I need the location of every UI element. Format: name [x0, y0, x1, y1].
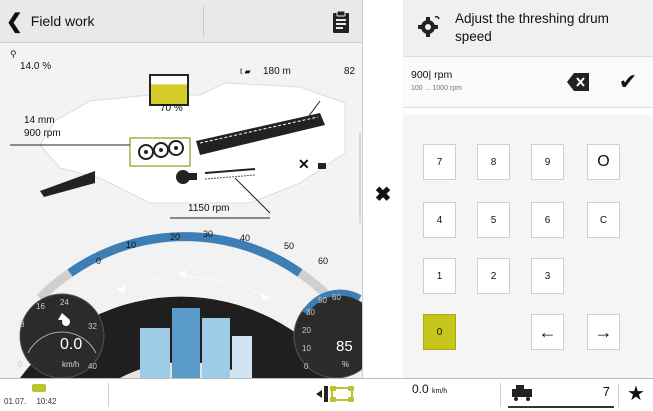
harvester-status-pane: ❮ Field work 14.0 % ⚲ t ▰ 180 m 82 ✕ 70 … [0, 0, 362, 378]
grain-moisture-icon: ⚲ [10, 49, 17, 59]
right-dial-tick: 0 [304, 362, 309, 371]
chevron-left-icon: ❮ [6, 10, 23, 33]
key-6[interactable]: 6 [531, 202, 564, 238]
key-1[interactable]: 1 [423, 258, 456, 294]
right-dial-tick: 50 [318, 296, 327, 305]
back-button[interactable]: ❮ Field work [6, 8, 146, 34]
key-9[interactable]: 9 [531, 144, 564, 180]
gauge-tick: 60 [318, 256, 329, 266]
fan-speed-value: 1150 rpm [188, 203, 230, 214]
gauge-tick: 50 [284, 241, 295, 251]
close-column: ✖ [363, 0, 403, 378]
ground-speed: 0.0 km/h [412, 382, 447, 396]
svg-text:✕: ✕ [298, 156, 310, 172]
right-dial-tick: 20 [302, 326, 311, 335]
arrow-right-key[interactable]: → [587, 314, 620, 350]
speed-unit: km/h [62, 360, 80, 369]
harvester-diagram: 14.0 % ⚲ t ▰ 180 m 82 ✕ 70 % 14 mm 900 r… [0, 43, 362, 223]
speed-input-range: 100 ... 1000 rpm [411, 85, 462, 92]
gauge-tick: 40 [240, 233, 251, 243]
bottom-status-bar: 01.07. 10:42 0.0 km/h 7 ★ [0, 378, 653, 410]
drum-speed-dialog: Adjust the threshing drum speed 900| rpm… [403, 0, 653, 378]
counter-value: 7 [602, 384, 610, 399]
confirm-check-icon[interactable]: ✔ [615, 69, 641, 95]
right-dial-unit: % [342, 360, 350, 369]
speed-value: 0.0 [60, 336, 83, 353]
close-icon[interactable]: ✖ [371, 183, 395, 207]
left-header: ❮ Field work [0, 0, 362, 43]
date-time: 01.07. 10:42 [4, 397, 57, 406]
right-dial-tick: 60 [332, 293, 341, 302]
backspace-icon[interactable] [565, 71, 591, 93]
speed-input-row: 900| rpm 100 ... 1000 rpm ✔ [403, 57, 653, 108]
left-dial-tick: 16 [36, 302, 45, 311]
right-dial-tick: 30 [306, 308, 315, 317]
key-0[interactable]: 0 [423, 314, 456, 350]
machine-steering-icon[interactable] [316, 382, 356, 406]
right-dial-value: 85 [336, 338, 353, 355]
bale-counter-field[interactable]: 7 [508, 382, 614, 408]
left-dial-tick: 24 [60, 298, 69, 307]
arrow-left-key[interactable]: ← [531, 314, 564, 350]
key-2[interactable]: 2 [477, 258, 510, 294]
dialog-header: Adjust the threshing drum speed [403, 0, 653, 57]
back-label: Field work [30, 13, 95, 29]
clipboard-icon[interactable] [330, 10, 352, 34]
gauge-tick: 30 [203, 229, 214, 239]
tank-fill-label: 70 % [160, 103, 183, 114]
ground-speed-unit: km/h [432, 388, 448, 395]
key-reset[interactable]: O [587, 144, 620, 180]
left-dial-tick: 32 [88, 322, 97, 331]
key-5[interactable]: 5 [477, 202, 510, 238]
left-dial-tick: 40 [88, 362, 97, 371]
key-3[interactable]: 3 [531, 258, 564, 294]
key-7[interactable]: 7 [423, 144, 456, 180]
left-dial-tick: 0 [18, 360, 23, 369]
ground-speed-value: 0.0 [412, 382, 429, 396]
favorite-star-icon[interactable]: ★ [624, 382, 648, 406]
settings-gear-icon [417, 14, 441, 38]
speed-input[interactable]: 900| rpm [411, 69, 452, 81]
drum-speed-value: 900 rpm [24, 128, 61, 139]
date-text: 01.07. [4, 397, 27, 406]
left-dial-tick: 8 [20, 320, 25, 329]
key-8[interactable]: 8 [477, 144, 510, 180]
gauge-tick: 0 [96, 256, 102, 266]
counter-machine-icon [510, 384, 536, 402]
moisture-value: 14.0 % [20, 61, 52, 72]
dialog-title: Adjust the threshing drum speed [455, 11, 609, 44]
concave-gap-value: 14 mm [24, 115, 55, 126]
time-text: 10:42 [36, 397, 57, 406]
battery-status-icon [32, 384, 46, 392]
key-4[interactable]: 4 [423, 202, 456, 238]
gauge-tick: 20 [170, 232, 181, 242]
right-dial-tick: 10 [302, 344, 311, 353]
key-clear[interactable]: C [587, 202, 620, 238]
gauge-tick: 10 [126, 240, 137, 250]
speed-gauge [19, 232, 362, 378]
